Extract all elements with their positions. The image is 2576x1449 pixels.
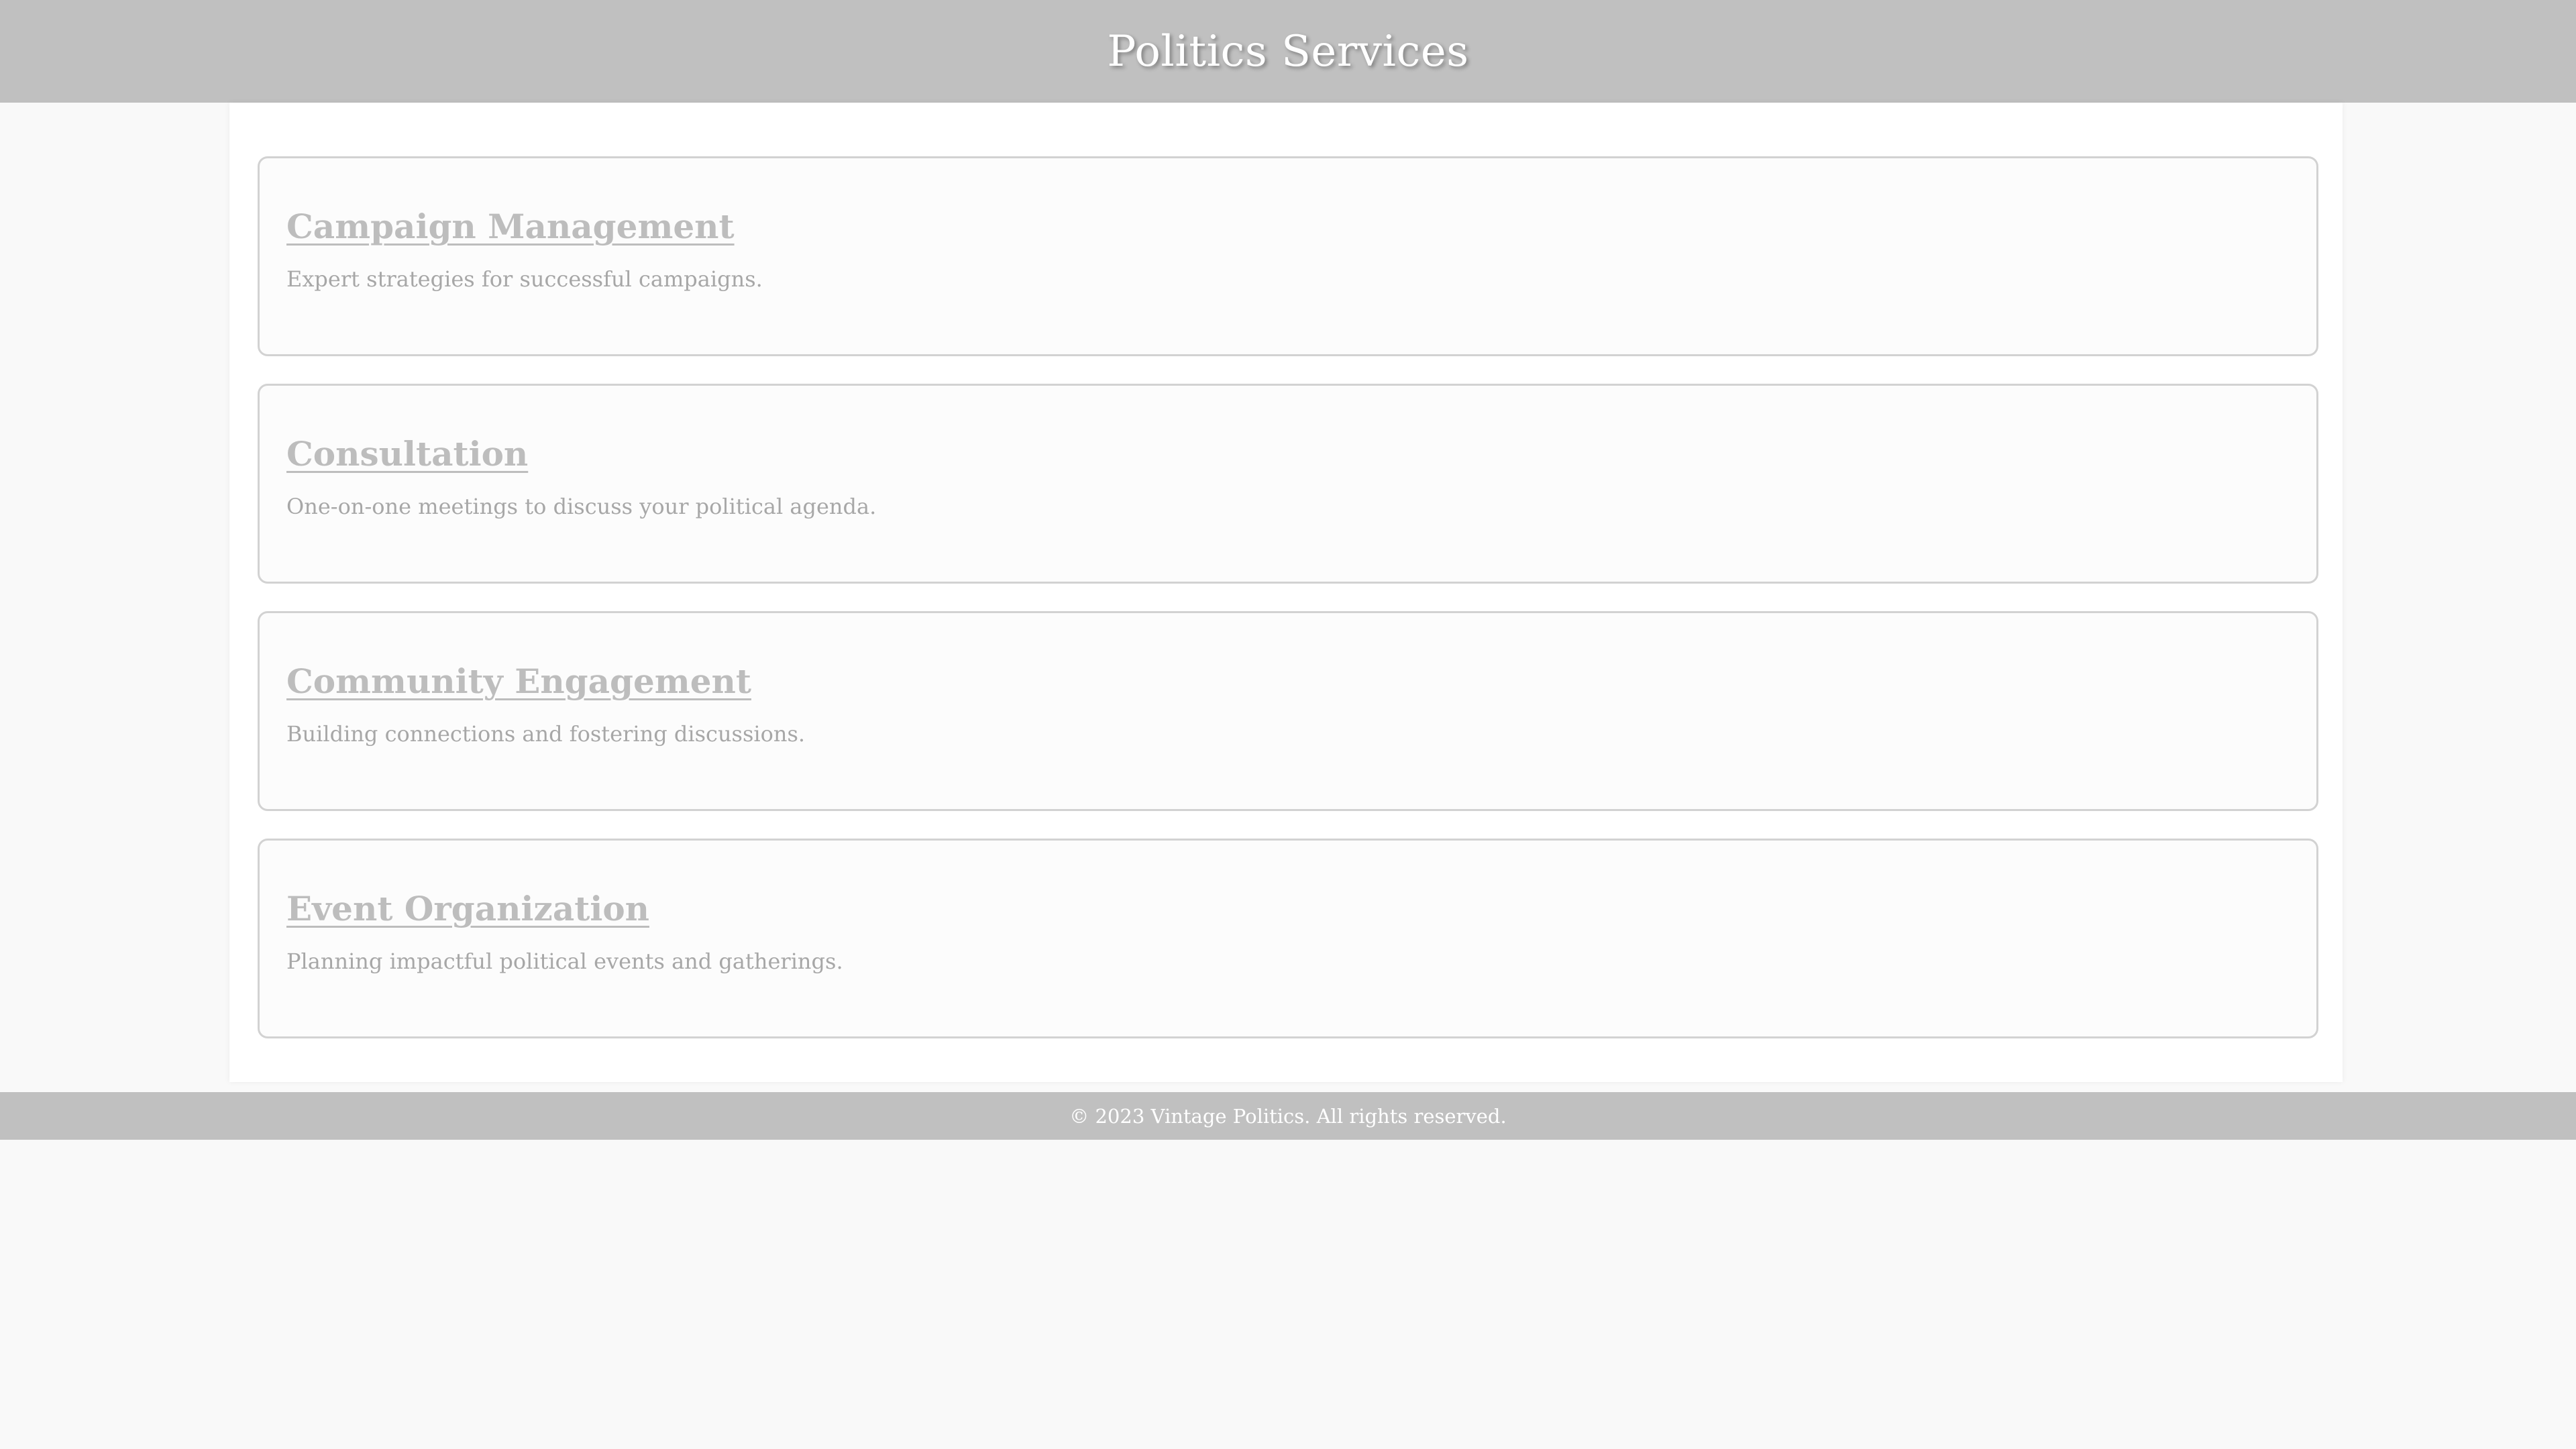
service-list: Campaign Management Expert strategies fo… (258, 156, 2318, 1066)
copyright-text: © 2023 Vintage Politics. All rights rese… (1069, 1104, 1507, 1128)
service-card-event-organization: Event Organization Planning impactful po… (258, 839, 2318, 1038)
service-card-consultation: Consultation One-on-one meetings to disc… (258, 384, 2318, 584)
service-title-link[interactable]: Consultation (286, 434, 528, 474)
main-content: Campaign Management Expert strategies fo… (229, 103, 2343, 1082)
service-description: Building connections and fostering discu… (286, 721, 806, 747)
site-header: Politics Services (0, 0, 2576, 103)
site-footer: © 2023 Vintage Politics. All rights rese… (0, 1092, 2576, 1140)
service-description: One-on-one meetings to discuss your poli… (286, 494, 877, 519)
page-title: Politics Services (1107, 26, 1469, 76)
service-title-link[interactable]: Campaign Management (286, 207, 735, 247)
service-description: Planning impactful political events and … (286, 949, 843, 974)
service-title-link[interactable]: Event Organization (286, 889, 649, 929)
service-card-campaign-management: Campaign Management Expert strategies fo… (258, 156, 2318, 356)
service-title-link[interactable]: Community Engagement (286, 661, 751, 702)
service-description: Expert strategies for successful campaig… (286, 266, 763, 292)
service-card-community-engagement: Community Engagement Building connection… (258, 611, 2318, 811)
